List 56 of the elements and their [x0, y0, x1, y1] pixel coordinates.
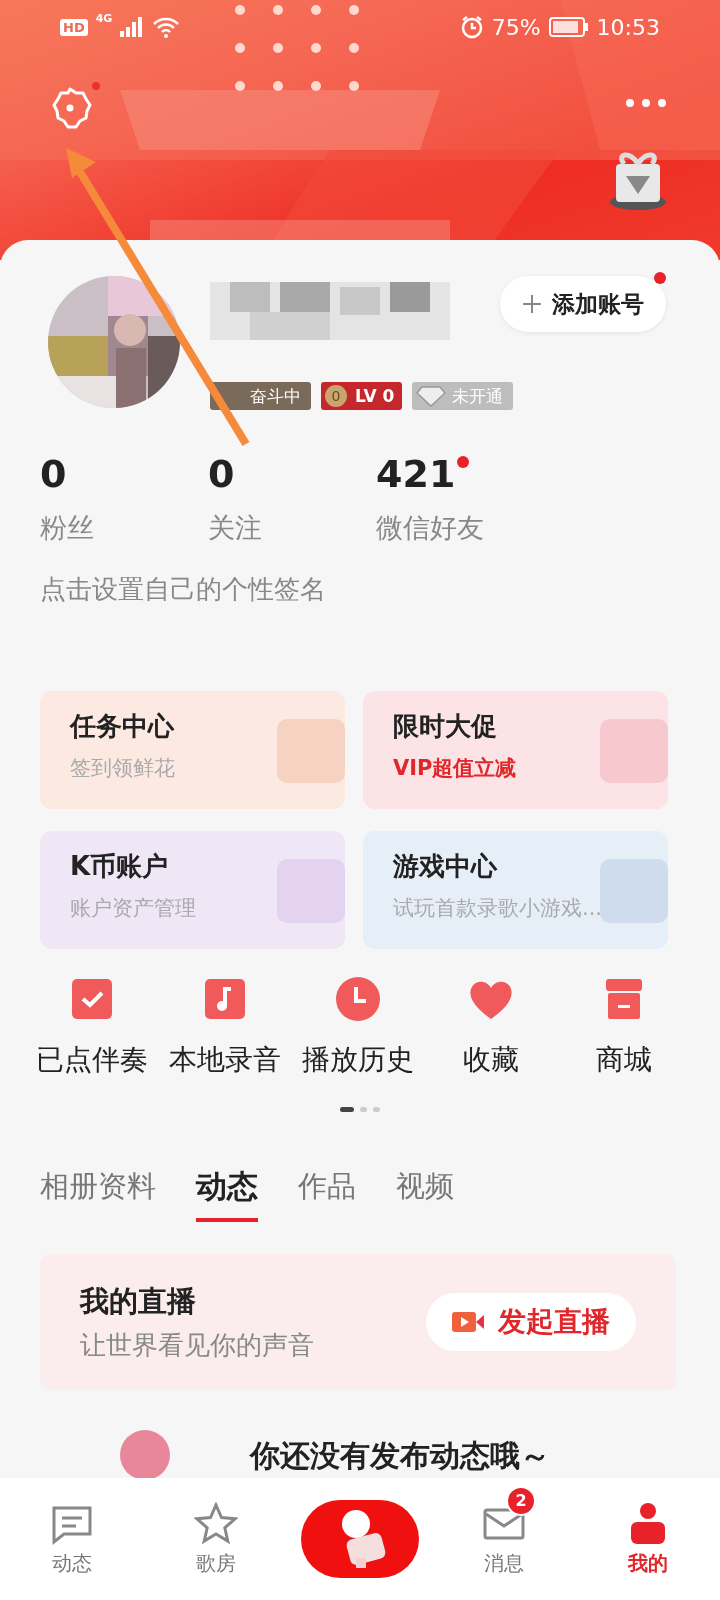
clock-icon — [334, 975, 382, 1023]
card-title: K币账户 — [70, 850, 169, 883]
shortcut-label[interactable]: 收藏 — [462, 1041, 519, 1079]
shortcut-label[interactable]: 商城 — [595, 1041, 652, 1079]
stat-value: 0 — [208, 452, 235, 496]
profile-tab[interactable]: 相册资料 — [40, 1166, 156, 1222]
vip-label: 未开通 — [452, 384, 504, 408]
network-type: 4G — [95, 12, 113, 25]
card-title: 限时大促 — [393, 710, 497, 743]
card-subtitle: 签到领鲜花 — [70, 755, 175, 782]
diamond-icon — [416, 385, 447, 407]
unread-badge: 2 — [506, 1485, 536, 1516]
empty-state-icon — [120, 1430, 170, 1480]
feature-card[interactable]: K币账户 账户资产管理 — [40, 831, 345, 949]
card-title: 任务中心 — [70, 710, 174, 743]
shortcut-label[interactable]: 播放历史 — [302, 1041, 414, 1079]
alarm-icon — [459, 15, 484, 39]
nav-tab[interactable]: 我的 — [626, 1501, 670, 1577]
stat-label[interactable]: 关注 — [208, 510, 262, 546]
stat-value: 421 — [376, 452, 456, 496]
live-title: 我的直播 — [80, 1282, 196, 1320]
battery-percent: 75% — [491, 14, 541, 40]
plus-icon — [522, 294, 542, 314]
nav-tab[interactable]: 动态 — [50, 1501, 94, 1577]
nav-tab[interactable]: 歌房 — [194, 1501, 238, 1577]
more-icon[interactable] — [624, 96, 668, 110]
video-camera-icon — [452, 1310, 484, 1334]
rank-badge: 奋斗中 — [210, 382, 311, 410]
stat-value: 0 — [40, 452, 67, 496]
card-subtitle: 试玩首款录歌小游戏... — [393, 895, 603, 922]
feature-card[interactable]: 限时大促 VIP超值立减 — [363, 691, 668, 809]
battery-icon — [548, 17, 589, 37]
feature-card[interactable]: 游戏中心 试玩首款录歌小游戏... — [363, 831, 668, 949]
stat-label[interactable]: 微信好友 — [376, 510, 484, 546]
empty-state-text: 你还没有发布动态哦～ — [250, 1437, 550, 1475]
stat-label[interactable]: 粉丝 — [40, 510, 94, 546]
card-subtitle: 账户资产管理 — [70, 895, 196, 922]
star-icon — [194, 1501, 238, 1546]
signature-placeholder[interactable]: 点击设置自己的个性签名 — [0, 546, 720, 607]
feature-card[interactable]: 任务中心 签到领鲜花 — [40, 691, 345, 809]
profile-tab[interactable]: 动态 — [196, 1166, 258, 1222]
start-live-button[interactable]: 发起直播 — [426, 1293, 636, 1351]
profile-tab[interactable]: 视频 — [396, 1166, 454, 1222]
hd-indicator: HD — [60, 18, 88, 36]
shortcut-label[interactable]: 本地录音 — [169, 1041, 282, 1079]
profile-tab[interactable]: 作品 — [298, 1166, 356, 1222]
level-label: LV 0 — [355, 386, 395, 406]
clock-time: 10:53 — [596, 14, 660, 40]
card-title: 游戏中心 — [393, 850, 497, 883]
add-account-button[interactable]: 添加账号 — [500, 276, 666, 332]
live-subtitle: 让世界看见你的声音 — [80, 1328, 314, 1362]
wifi-icon — [152, 16, 181, 38]
shortcut-label[interactable]: 已点伴奏 — [36, 1041, 149, 1079]
signal-icon — [120, 17, 145, 37]
card-subtitle: VIP超值立减 — [393, 755, 517, 782]
coin-icon: 0 — [325, 385, 347, 407]
